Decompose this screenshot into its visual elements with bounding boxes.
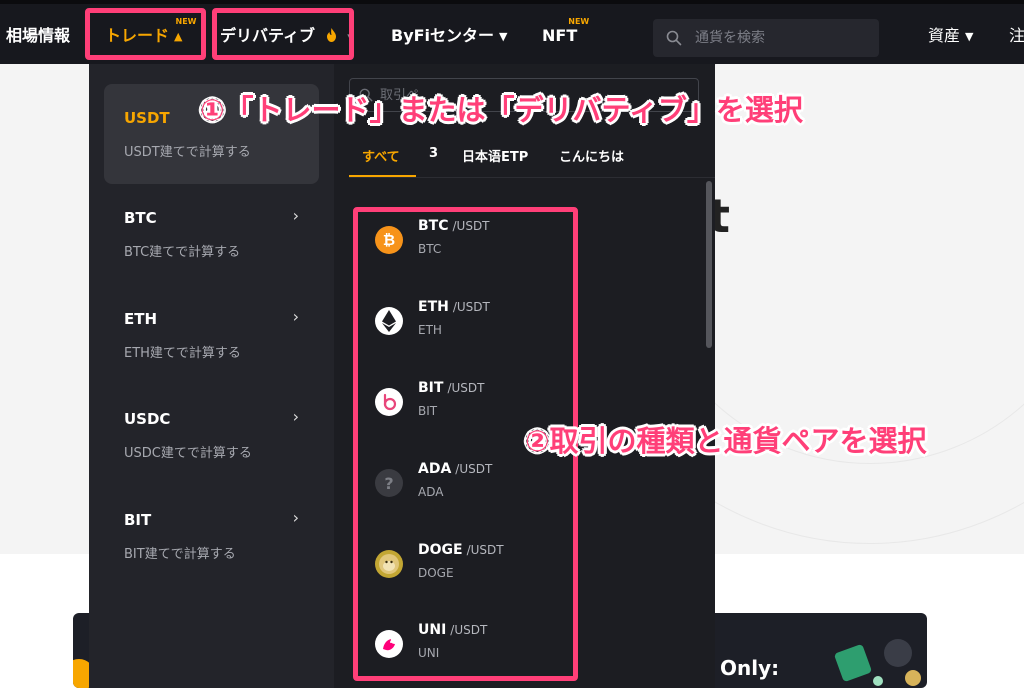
nav-label: 注 xyxy=(1009,26,1024,45)
nav-assets[interactable]: 資産 ▼ xyxy=(928,8,973,64)
pair-filter-tabs: すべて 3 日本语ETP こんにちは xyxy=(349,142,715,178)
annotation-step-1: ①「トレード」または「デリバティブ」を選択 xyxy=(200,93,803,127)
nav-label: 相場情報 xyxy=(6,26,71,45)
nav-label: NFT xyxy=(542,26,578,45)
search-icon xyxy=(666,30,682,46)
category-eth[interactable]: ETH ETH建てで計算する › xyxy=(104,285,319,385)
nav-byfi-center[interactable]: ByFiセンター ▼ xyxy=(391,8,508,64)
caret-down-icon: ▼ xyxy=(499,30,508,43)
category-usdc[interactable]: USDC USDC建てで計算する › xyxy=(104,385,319,485)
chevron-right-icon: › xyxy=(292,407,299,426)
highlight-derivatives-menu xyxy=(212,8,354,60)
tab-japanese-etp[interactable]: 日本语ETP xyxy=(462,146,528,165)
new-badge: NEW xyxy=(568,17,590,26)
nav-nft[interactable]: NFT NEW xyxy=(542,8,589,64)
category-subtitle: ETH建てで計算する xyxy=(124,346,241,361)
annotation-step-2: ②取引の種類と通貨ペアを選択 xyxy=(525,424,927,458)
coin-search-box[interactable] xyxy=(653,19,879,57)
pair-list-scrollbar[interactable] xyxy=(706,181,712,348)
chevron-right-icon: › xyxy=(292,206,299,225)
caret-down-icon: ▼ xyxy=(965,30,974,43)
nav-orders[interactable]: 注 xyxy=(1009,8,1024,64)
category-subtitle: USDC建てで計算する xyxy=(124,446,252,461)
category-bit[interactable]: BIT BIT建てで計算する › xyxy=(104,486,319,586)
active-tab-indicator xyxy=(349,175,416,177)
highlight-trade-menu xyxy=(85,8,206,60)
chevron-right-icon: › xyxy=(292,307,299,326)
tab-3[interactable]: 3 xyxy=(429,146,438,161)
nav-label: 資産 xyxy=(928,26,961,45)
category-title: USDC xyxy=(124,410,171,428)
category-btc[interactable]: BTC BTC建てで計算する › xyxy=(104,184,319,284)
tab-all[interactable]: すべて xyxy=(362,146,400,165)
quote-category-list: USDT USDT建てで計算する › BTC BTC建てで計算する › ETH … xyxy=(89,64,334,688)
nav-label: ByFiセンター xyxy=(391,26,495,45)
promo-illustration-icon xyxy=(834,639,921,686)
coin-search-input[interactable] xyxy=(695,19,870,57)
nav-market-info[interactable]: 相場情報 xyxy=(6,8,70,64)
category-title: ETH xyxy=(124,310,158,328)
category-subtitle: BIT建てで計算する xyxy=(124,547,236,562)
tab-konnichiwa[interactable]: こんにちは xyxy=(559,146,624,165)
category-subtitle: BTC建てで計算する xyxy=(124,245,241,260)
category-title: USDT xyxy=(124,109,170,127)
category-subtitle: USDT建てで計算する xyxy=(124,145,251,160)
category-title: BIT xyxy=(124,511,152,529)
chevron-right-icon: › xyxy=(292,508,299,527)
promo-text: Only: xyxy=(720,656,780,680)
category-title: BTC xyxy=(124,209,157,227)
